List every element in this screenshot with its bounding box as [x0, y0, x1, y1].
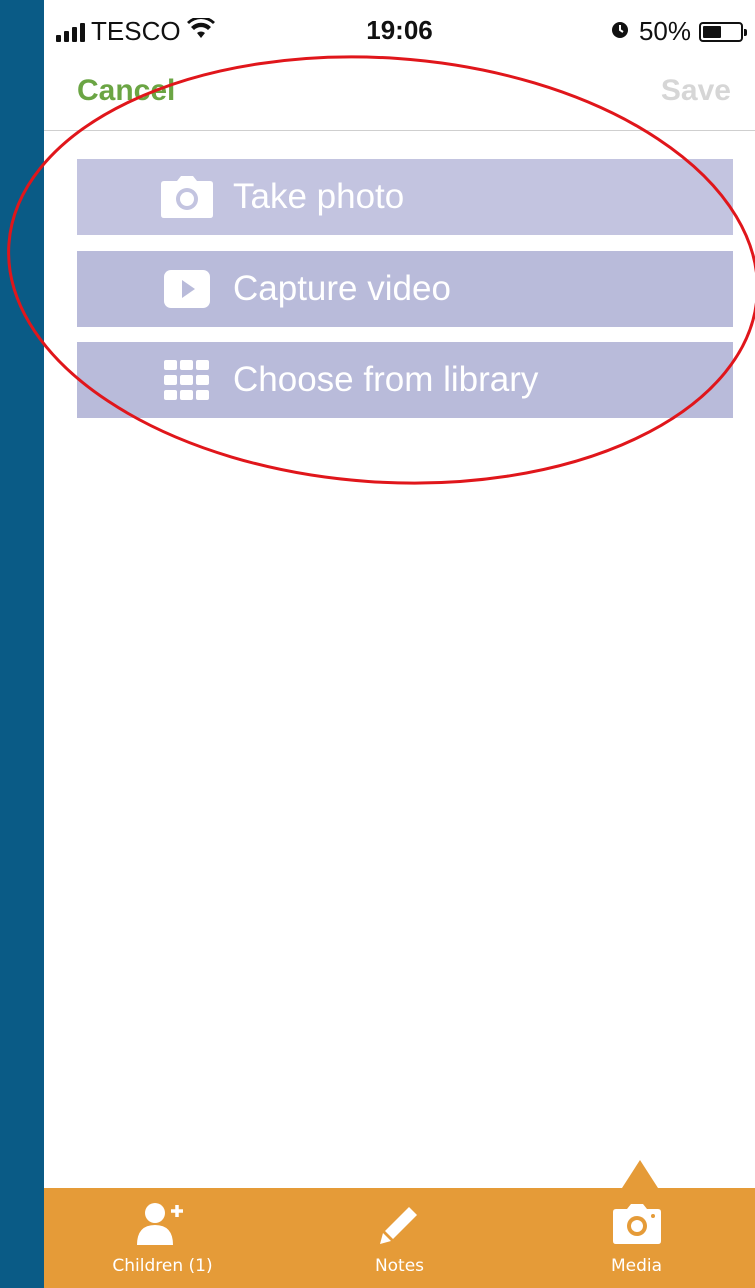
- tab-children[interactable]: Children (1): [44, 1188, 281, 1288]
- tab-children-label: Children (1): [112, 1256, 213, 1276]
- battery-percent: 50%: [638, 16, 691, 46]
- add-person-icon: [136, 1198, 189, 1250]
- take-photo-button[interactable]: Take photo: [77, 159, 733, 235]
- selected-tab-pointer: [622, 1160, 658, 1188]
- camera-icon: [612, 1198, 662, 1250]
- take-photo-label: Take photo: [233, 177, 405, 216]
- navigation-bar: Cancel Save: [44, 60, 755, 131]
- capture-video-button[interactable]: Capture video: [77, 251, 733, 327]
- phone-screen: TESCO 19:06 50% Cancel Save Take photo C…: [44, 0, 755, 1288]
- cancel-button[interactable]: Cancel: [77, 74, 175, 108]
- battery-icon: [699, 21, 747, 42]
- capture-video-label: Capture video: [233, 269, 451, 308]
- tab-media-label: Media: [610, 1256, 663, 1276]
- save-button[interactable]: Save: [661, 74, 731, 108]
- choose-from-library-button[interactable]: Choose from library: [77, 342, 733, 418]
- camera-icon: [157, 175, 217, 219]
- pencil-icon: [377, 1198, 423, 1250]
- tab-notes-label: Notes: [374, 1256, 425, 1276]
- tab-bar: Children (1) Notes Media: [44, 1188, 755, 1288]
- tab-notes[interactable]: Notes: [281, 1188, 518, 1288]
- tab-media[interactable]: Media: [518, 1188, 755, 1288]
- status-bar: TESCO 19:06 50%: [44, 0, 755, 60]
- play-icon: [157, 269, 217, 309]
- alarm-icon: [609, 16, 631, 47]
- choose-from-library-label: Choose from library: [233, 360, 539, 399]
- grid-icon: [157, 360, 217, 400]
